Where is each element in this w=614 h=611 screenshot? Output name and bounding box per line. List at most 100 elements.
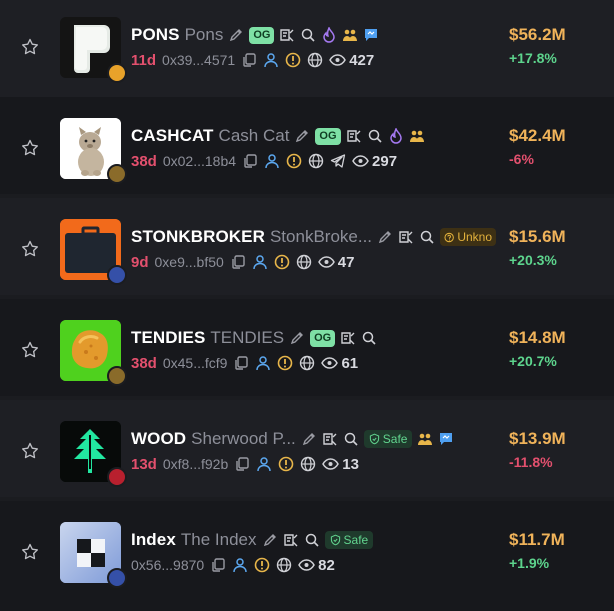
token-row[interactable]: TENDIES TENDIES OG 38d 0x45...fcf9 61 $1… <box>0 299 614 396</box>
warning-icon[interactable] <box>286 153 302 169</box>
dev-user-icon[interactable] <box>252 254 268 270</box>
magnifier-icon[interactable] <box>300 27 316 43</box>
dev-user-icon[interactable] <box>256 456 272 472</box>
chart-search-icon[interactable] <box>398 229 414 245</box>
token-meta: 38d 0x02...18b4 297 <box>131 150 397 172</box>
warning-icon[interactable] <box>274 254 290 270</box>
copy-icon[interactable] <box>210 557 226 573</box>
og-badge: OG <box>249 26 275 44</box>
copy-icon[interactable] <box>233 355 249 371</box>
token-title: STONKBROKER StonkBroke... Unkno <box>131 226 497 248</box>
edit-icon[interactable] <box>262 532 278 548</box>
token-row[interactable]: CASHCAT Cash Cat OG 38d 0x02...18b4 297 … <box>0 97 614 194</box>
contract-address[interactable]: 0x56...9870 <box>131 557 204 573</box>
edit-icon[interactable] <box>301 431 317 447</box>
contract-address[interactable]: 0xe9...bf50 <box>155 254 224 270</box>
token-row[interactable]: Index The Index Safe 0x56...9870 82 $11.… <box>0 501 614 611</box>
globe-icon[interactable] <box>299 355 315 371</box>
token-age: 11d <box>131 51 157 69</box>
star-icon[interactable] <box>20 37 40 57</box>
warning-icon[interactable] <box>278 456 294 472</box>
dev-user-icon[interactable] <box>263 52 279 68</box>
unknown-badge: Unkno <box>440 228 497 246</box>
chart-search-icon[interactable] <box>322 431 338 447</box>
token-symbol[interactable]: Index <box>131 530 176 550</box>
token-row[interactable]: PONS Pons OG 11d 0x39...4571 427 $56.2M … <box>0 0 614 97</box>
globe-icon[interactable] <box>307 52 323 68</box>
contract-address[interactable]: 0x45...fcf9 <box>163 355 228 371</box>
token-title: Index The Index Safe <box>131 529 374 551</box>
unknown-badge-label: Unkno <box>457 230 493 244</box>
copy-icon[interactable] <box>242 153 258 169</box>
edit-icon[interactable] <box>289 330 305 346</box>
magnifier-icon[interactable] <box>419 229 435 245</box>
chain-icon <box>107 164 127 184</box>
chain-icon <box>107 467 127 487</box>
magnifier-icon[interactable] <box>343 431 359 447</box>
market-cap: $13.9M <box>509 429 566 448</box>
flame-icon <box>323 27 336 43</box>
market-cap: $11.7M <box>509 530 565 549</box>
market-cap: $56.2M <box>509 25 566 44</box>
edit-icon[interactable] <box>294 128 310 144</box>
og-badge: OG <box>315 127 341 145</box>
star-icon[interactable] <box>20 542 40 562</box>
warning-icon[interactable] <box>277 355 293 371</box>
price-change: +1.9% <box>509 555 550 571</box>
safe-badge: Safe <box>324 531 374 549</box>
token-row[interactable]: WOOD Sherwood P... Safe 13d 0xf8...f92b … <box>0 400 614 497</box>
warning-icon[interactable] <box>285 52 301 68</box>
token-symbol[interactable]: STONKBROKER <box>131 227 265 247</box>
question-icon <box>444 232 454 242</box>
dev-user-icon[interactable] <box>232 557 248 573</box>
dev-user-icon[interactable] <box>264 153 280 169</box>
price-change: +17.8% <box>509 50 557 66</box>
chain-icon <box>107 366 127 386</box>
star-icon[interactable] <box>20 239 40 259</box>
token-meta: 11d 0x39...4571 427 <box>131 49 374 71</box>
chart-search-icon[interactable] <box>283 532 299 548</box>
chat-icon[interactable] <box>363 27 379 43</box>
magnifier-icon[interactable] <box>361 330 377 346</box>
token-symbol[interactable]: CASHCAT <box>131 126 214 146</box>
star-icon[interactable] <box>20 138 40 158</box>
view-count: 427 <box>329 52 374 69</box>
copy-icon[interactable] <box>234 456 250 472</box>
edit-icon[interactable] <box>228 27 244 43</box>
token-name: StonkBroke... <box>269 227 373 246</box>
token-name: TENDIES <box>210 328 285 347</box>
globe-icon[interactable] <box>296 254 312 270</box>
telegram-icon[interactable] <box>330 153 346 169</box>
magnifier-icon[interactable] <box>367 128 383 144</box>
contract-address[interactable]: 0x39...4571 <box>162 52 235 68</box>
copy-icon[interactable] <box>241 52 257 68</box>
contract-address[interactable]: 0x02...18b4 <box>163 153 236 169</box>
token-age: 38d <box>131 152 157 170</box>
globe-icon[interactable] <box>276 557 292 573</box>
globe-icon[interactable] <box>300 456 316 472</box>
chart-search-icon[interactable] <box>346 128 362 144</box>
holders-icon <box>343 29 358 41</box>
star-icon[interactable] <box>20 340 40 360</box>
star-icon[interactable] <box>20 441 40 461</box>
og-badge: OG <box>310 329 336 347</box>
token-symbol[interactable]: WOOD <box>131 429 186 449</box>
chart-search-icon[interactable] <box>279 27 295 43</box>
chart-search-icon[interactable] <box>340 330 356 346</box>
token-symbol[interactable]: TENDIES <box>131 328 205 348</box>
magnifier-icon[interactable] <box>304 532 320 548</box>
token-row[interactable]: STONKBROKER StonkBroke... Unkno 9d 0xe9.… <box>0 198 614 295</box>
token-symbol[interactable]: PONS <box>131 25 180 45</box>
contract-address[interactable]: 0xf8...f92b <box>163 456 228 472</box>
chain-icon <box>107 568 127 588</box>
token-list: PONS Pons OG 11d 0x39...4571 427 $56.2M … <box>0 0 614 611</box>
edit-icon[interactable] <box>377 229 393 245</box>
chat-icon[interactable] <box>438 431 454 447</box>
token-age: 9d <box>131 253 149 271</box>
dev-user-icon[interactable] <box>255 355 271 371</box>
warning-icon[interactable] <box>254 557 270 573</box>
price-change: +20.3% <box>509 252 557 268</box>
globe-icon[interactable] <box>308 153 324 169</box>
eye-icon <box>321 357 339 369</box>
copy-icon[interactable] <box>230 254 246 270</box>
